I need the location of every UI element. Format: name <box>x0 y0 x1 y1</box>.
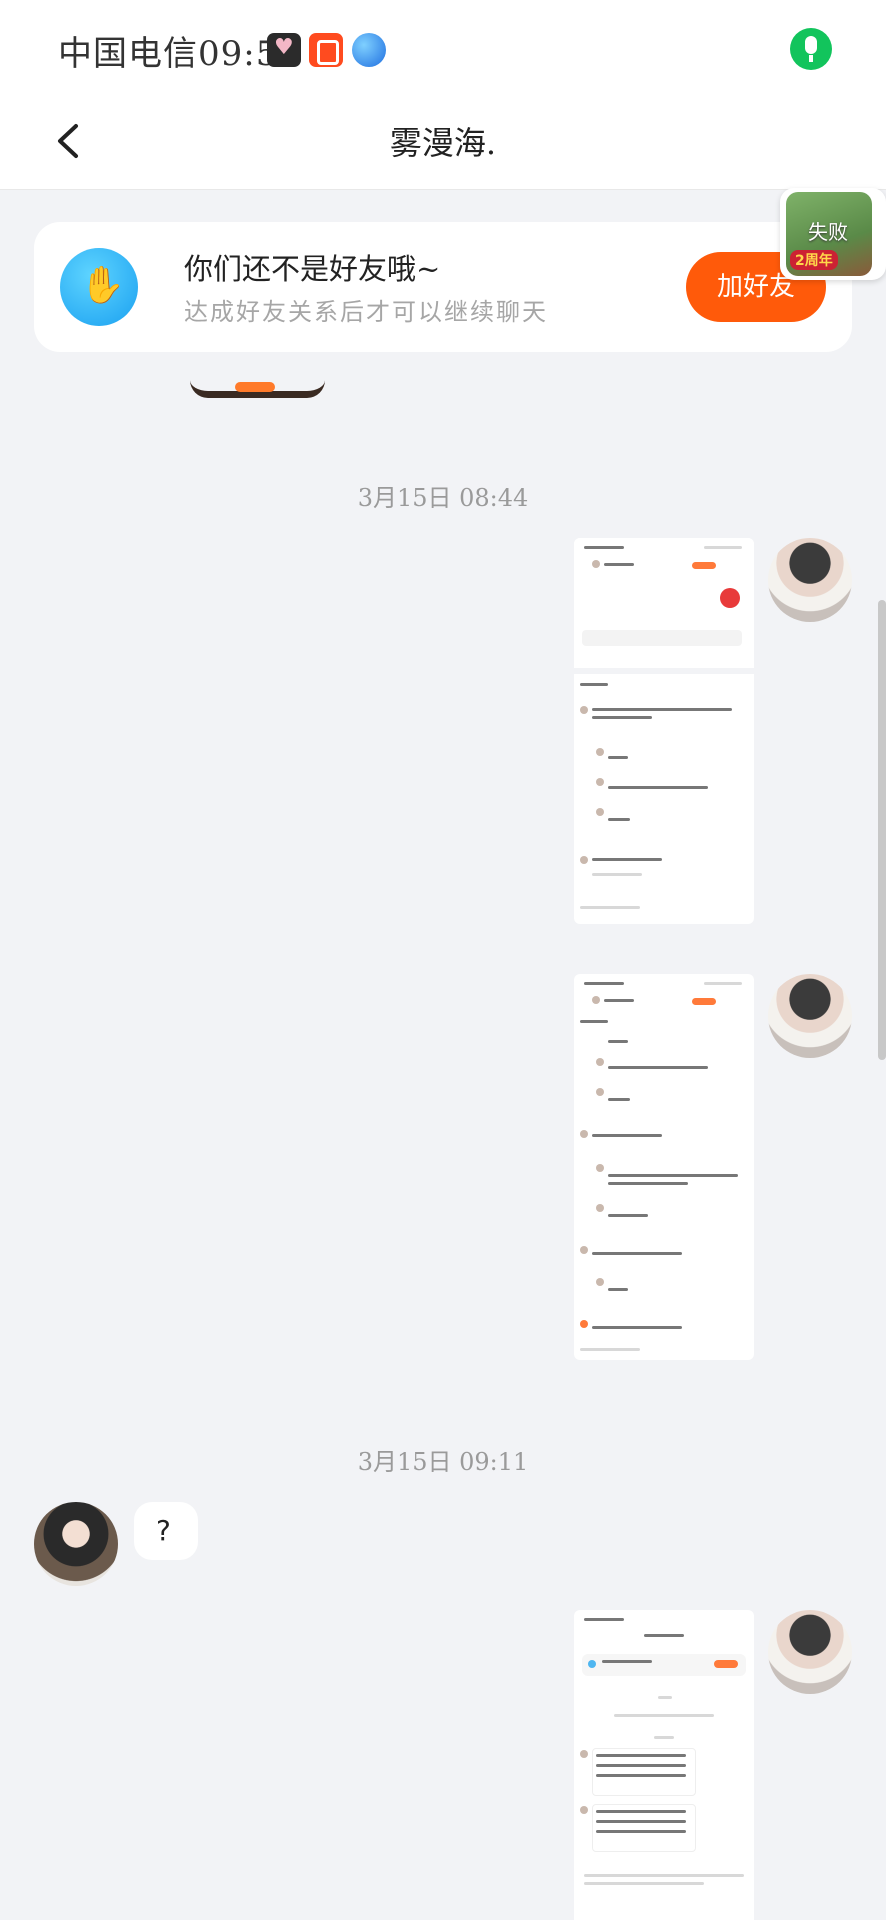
banner-subtitle: 达成好友关系后才可以继续聊天 <box>184 298 548 326</box>
friend-request-banner: 你们还不是好友哦~ 达成好友关系后才可以继续聊天 加好友 <box>34 222 852 352</box>
planet-icon <box>352 33 386 67</box>
scrollbar[interactable] <box>878 600 886 1060</box>
timestamp: 3月15日 08:44 <box>357 484 529 512</box>
anniversary-badge: 2周年 <box>790 250 838 270</box>
timestamp: 3月15日 09:11 <box>357 1448 529 1476</box>
screenshot-message[interactable] <box>574 1610 754 1920</box>
message-bubble[interactable]: ? <box>134 1502 198 1560</box>
contact-avatar[interactable] <box>34 1502 118 1586</box>
status-bar: 中国电信09:51 <box>0 0 886 96</box>
game-status-label: 失败 <box>808 220 848 244</box>
self-avatar[interactable] <box>768 1610 852 1694</box>
carrier-time: 中国电信09:51 <box>58 34 301 74</box>
chat-header: 雾漫海. <box>0 96 886 190</box>
screenshot-message[interactable] <box>574 974 754 1360</box>
microphone-icon[interactable] <box>790 28 832 70</box>
heart-app-icon <box>267 33 301 67</box>
chat-title: 雾漫海. <box>389 124 497 162</box>
floating-game-widget[interactable]: 失败 2周年 <box>780 188 886 280</box>
sticker-image[interactable] <box>190 380 325 398</box>
kuaishou-icon <box>309 33 343 67</box>
self-avatar[interactable] <box>768 974 852 1058</box>
self-avatar[interactable] <box>768 538 852 622</box>
banner-title: 你们还不是好友哦~ <box>184 252 441 286</box>
wave-hand-icon <box>60 248 138 326</box>
screenshot-message[interactable] <box>574 538 754 924</box>
